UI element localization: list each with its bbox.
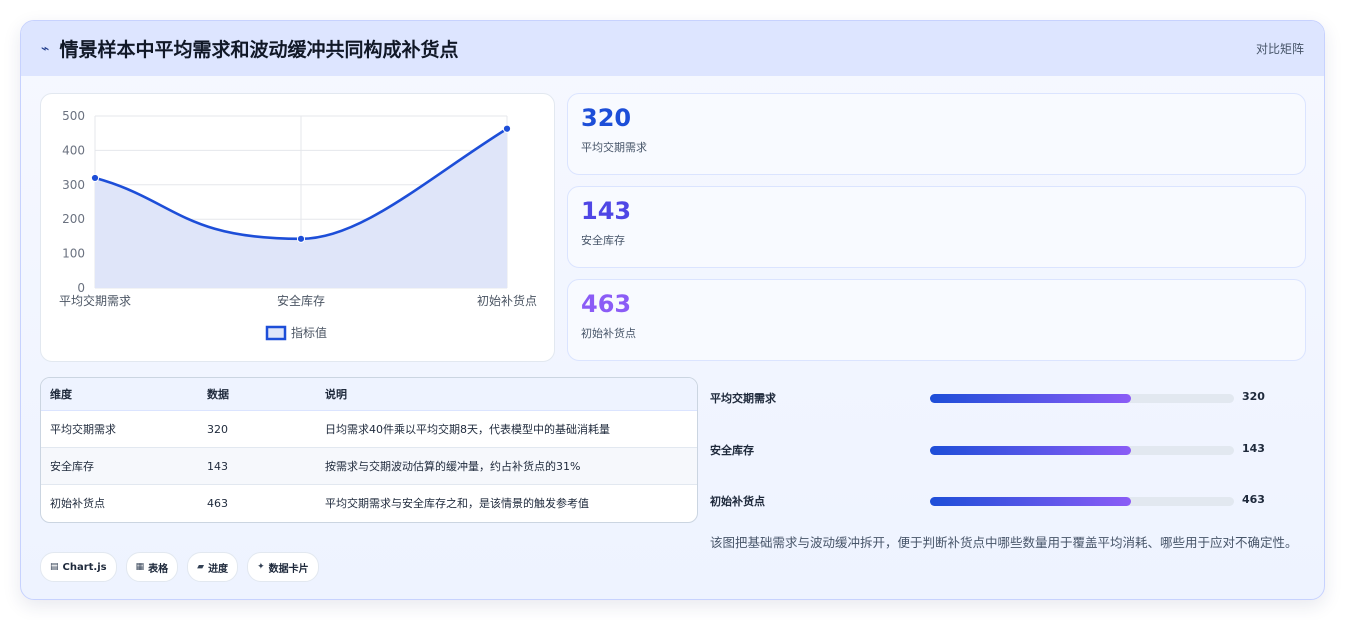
table-cell: 143 xyxy=(198,447,316,485)
stat-card-average-demand: 320 平均交期需求 xyxy=(567,93,1306,175)
line-chart: 0 100 200 300 400 500 平均交期需求 安全库存 初始补货点指标值 xyxy=(59,109,537,341)
data-point xyxy=(502,124,512,133)
stat-label: 平均交期需求 xyxy=(581,141,647,154)
table-row: 平均交期需求 320 日均需求40件乘以平均交期8天，代表模型中的基础消耗量 xyxy=(41,410,697,448)
stat-value: 463 xyxy=(581,290,632,318)
x-tick-label: 平均交期需求 xyxy=(59,293,131,308)
progress-value: 320 xyxy=(1242,390,1265,403)
y-tick-label: 300 xyxy=(62,178,85,192)
progress-label: 初始补货点 xyxy=(710,495,765,508)
dashboard-card: ⌁ 情景样本中平均需求和波动缓冲共同构成补货点 对比矩阵 0 100 200 300 4… xyxy=(20,20,1325,600)
progress-value: 463 xyxy=(1242,493,1265,506)
chip-label: 进度 xyxy=(208,563,229,575)
chip-label: Chart.js xyxy=(62,561,107,573)
insight-note: 该图把基础需求与波动缓冲拆开，便于判断补货点中哪些数量用于覆盖平均消耗、哪些用于… xyxy=(710,535,1298,550)
chip-label: 表格 xyxy=(148,563,169,575)
column-header: 说明 xyxy=(316,378,697,411)
progress-label: 平均交期需求 xyxy=(710,392,776,405)
chart-icon: ▤ xyxy=(50,562,59,572)
sparkle-icon: ✦ xyxy=(257,562,265,572)
stat-value: 320 xyxy=(581,104,632,132)
progress-fill xyxy=(930,497,1131,506)
y-tick-label: 0 xyxy=(77,281,85,295)
progress-track xyxy=(930,497,1234,506)
table-cell: 平均交期需求与安全库存之和，是该情景的触发参考值 xyxy=(316,484,697,521)
table-row: 初始补货点 463 平均交期需求与安全库存之和，是该情景的触发参考值 xyxy=(41,484,697,521)
column-header: 维度 xyxy=(41,378,198,411)
page-title: 情景样本中平均需求和波动缓冲共同构成补货点 xyxy=(59,39,459,61)
data-point xyxy=(90,173,100,183)
data-point xyxy=(296,234,306,243)
legend-swatch xyxy=(265,325,287,341)
stat-card-reorder-point: 463 初始补货点 xyxy=(567,279,1306,361)
stat-value: 143 xyxy=(581,197,632,225)
progress-bars: 平均交期需求 320 安全库存 143 初始补货点 463 xyxy=(710,377,1305,527)
wave-icon: ⌁ xyxy=(41,40,50,57)
table-header-row: 维度 数据 说明 xyxy=(41,378,697,411)
progress-value: 143 xyxy=(1242,442,1265,455)
data-table: 维度 数据 说明 平均交期需求 320 日均需求40件乘以平均交期8天，代表模型… xyxy=(40,377,698,523)
table-cell: 初始补货点 xyxy=(41,484,198,521)
header-title-group: ⌁ 情景样本中平均需求和波动缓冲共同构成补货点 xyxy=(41,35,458,62)
progress-icon: ▰ xyxy=(197,562,205,572)
x-tick-label: 初始补货点 xyxy=(477,293,537,308)
table-cell: 日均需求40件乘以平均交期8天，代表模型中的基础消耗量 xyxy=(316,410,697,448)
progress-row-safety-stock: 安全库存 143 xyxy=(710,440,1305,460)
table-cell: 按需求与交期波动估算的缓冲量，约占补货点的31% xyxy=(316,447,697,485)
chip-chartjs[interactable]: ▤ Chart.js xyxy=(40,552,117,582)
progress-row-average-demand: 平均交期需求 320 xyxy=(710,388,1305,408)
y-tick-label: 500 xyxy=(62,109,85,123)
table-row: 安全库存 143 按需求与交期波动估算的缓冲量，约占补货点的31% xyxy=(41,447,697,485)
chip-progress[interactable]: ▰ 进度 xyxy=(187,552,239,582)
progress-fill xyxy=(930,446,1131,455)
x-tick-label: 安全库存 xyxy=(277,293,325,308)
table-cell: 463 xyxy=(198,484,316,521)
progress-track xyxy=(930,446,1234,455)
chip-label: 数据卡片 xyxy=(268,563,309,575)
card-header: ⌁ 情景样本中平均需求和波动缓冲共同构成补货点 对比矩阵 xyxy=(21,21,1324,76)
stat-label: 初始补货点 xyxy=(581,327,636,340)
progress-track xyxy=(930,394,1234,403)
table-icon: ▦ xyxy=(135,562,145,572)
stat-card-safety-stock: 143 安全库存 xyxy=(567,186,1306,268)
y-tick-label: 400 xyxy=(62,143,85,157)
stat-label: 安全库存 xyxy=(581,234,625,247)
column-header: 数据 xyxy=(198,378,316,411)
table-cell: 320 xyxy=(198,410,316,448)
legend-label: 指标值 xyxy=(291,325,327,340)
progress-row-reorder-point: 初始补货点 463 xyxy=(710,491,1305,511)
y-tick-label: 100 xyxy=(62,247,85,261)
table-cell: 安全库存 xyxy=(41,447,198,485)
progress-label: 安全库存 xyxy=(710,444,754,457)
tag-chips: ▤ Chart.js ▦ 表格 ▰ 进度 ✦ 数据卡片 xyxy=(40,552,328,582)
progress-fill xyxy=(930,394,1131,403)
table-cell: 平均交期需求 xyxy=(41,410,198,448)
line-chart-panel: 0 100 200 300 400 500 平均交期需求 安全库存 初始补货点指标值 xyxy=(40,93,555,362)
chip-table[interactable]: ▦ 表格 xyxy=(125,552,179,582)
y-tick-label: 200 xyxy=(62,212,85,226)
comparison-matrix-label: 对比矩阵 xyxy=(1255,42,1304,56)
chip-data-card[interactable]: ✦ 数据卡片 xyxy=(247,552,319,582)
